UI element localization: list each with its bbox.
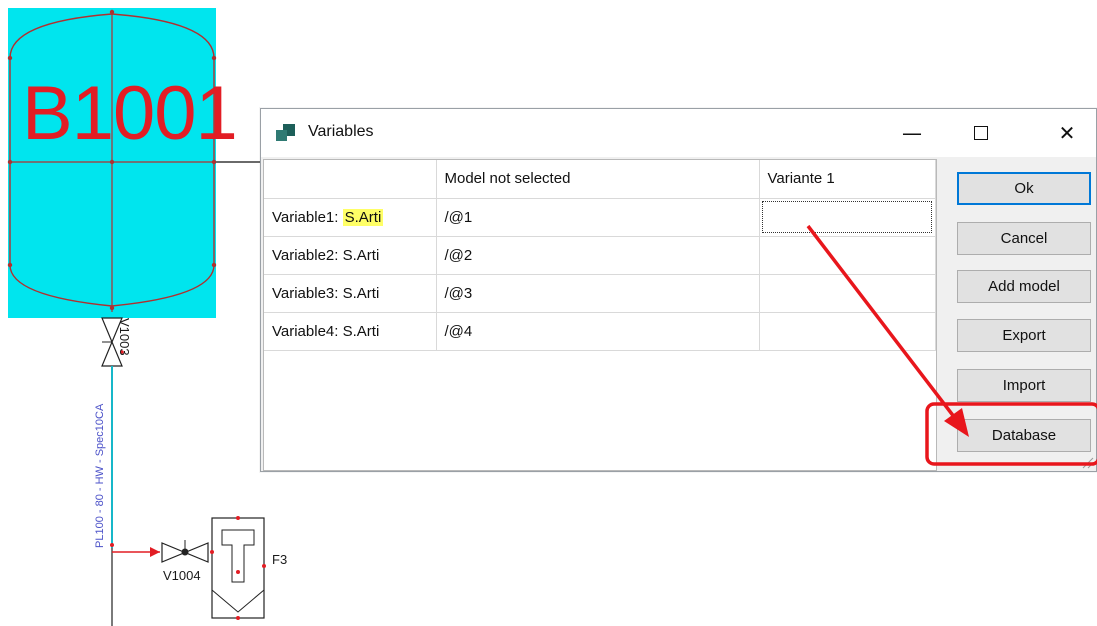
variant-cell[interactable] xyxy=(759,312,936,351)
valve-bottom-label: V1004 xyxy=(163,568,201,583)
grid-header-row: Model not selected Variante 1 xyxy=(264,160,936,199)
variable-type: S.Arti xyxy=(342,284,380,302)
dialog-title: Variables xyxy=(308,123,374,140)
row-label: Variable3: S.Arti xyxy=(264,274,437,313)
maximize-icon xyxy=(974,126,988,140)
row-label: Variable4: S.Arti xyxy=(264,312,437,351)
variable-type: S.Arti xyxy=(342,208,384,226)
variant-cell[interactable] xyxy=(759,198,936,237)
value-cell[interactable]: /@2 xyxy=(436,236,760,275)
variable-name: Variable1: xyxy=(272,208,339,226)
variable-name: Variable3: xyxy=(272,284,339,302)
variant-cell[interactable] xyxy=(759,274,936,313)
resize-grip-icon[interactable] xyxy=(1080,455,1094,469)
row-label: Variable2: S.Arti xyxy=(264,236,437,275)
cancel-button[interactable]: Cancel xyxy=(957,222,1091,255)
app-icon xyxy=(276,124,296,142)
variables-grid[interactable]: Model not selected Variante 1 Variable1:… xyxy=(263,159,937,471)
close-icon: ✕ xyxy=(1058,121,1076,145)
database-button[interactable]: Database xyxy=(957,419,1091,452)
value-cell[interactable]: /@4 xyxy=(436,312,760,351)
pipe-spec-label: PL100 - 80 - HW - Spec10CA xyxy=(94,403,106,548)
import-button[interactable]: Import xyxy=(957,369,1091,402)
close-button[interactable]: ✕ xyxy=(1044,109,1090,157)
table-row[interactable]: Variable1: S.Arti /@1 xyxy=(264,198,936,237)
header-cell-variant[interactable]: Variante 1 xyxy=(759,160,936,199)
add-model-button[interactable]: Add model xyxy=(957,270,1091,303)
table-row[interactable]: Variable2: S.Arti /@2 xyxy=(264,236,936,275)
value-cell[interactable]: /@3 xyxy=(436,274,760,313)
variables-dialog: Variables — ✕ Model not selected Variant… xyxy=(260,108,1097,472)
maximize-button[interactable] xyxy=(958,109,1004,157)
table-row[interactable]: Variable4: S.Arti /@4 xyxy=(264,312,936,351)
minimize-button[interactable]: — xyxy=(889,109,935,157)
variable-type: S.Arti xyxy=(342,246,380,264)
dialog-titlebar[interactable]: Variables — ✕ xyxy=(261,109,1096,157)
tank-label: B1001 xyxy=(22,71,238,156)
value-cell[interactable]: /@1 xyxy=(436,198,760,237)
header-cell-model[interactable]: Model not selected xyxy=(436,160,760,199)
variant-cell[interactable] xyxy=(759,236,936,275)
variable-name: Variable2: xyxy=(272,246,339,264)
export-button[interactable]: Export xyxy=(957,319,1091,352)
row-label: Variable1: S.Arti xyxy=(264,198,437,237)
table-row[interactable]: Variable3: S.Arti /@3 xyxy=(264,274,936,313)
filter-label: F3 xyxy=(272,552,288,567)
ok-button[interactable]: Ok xyxy=(957,172,1091,205)
filter-f3 xyxy=(211,517,265,619)
minimize-icon: — xyxy=(902,121,922,145)
valve-top-label: V1003 xyxy=(117,318,132,356)
variable-type: S.Arti xyxy=(342,322,380,340)
variable-name: Variable4: xyxy=(272,322,339,340)
header-cell-corner xyxy=(264,160,437,199)
